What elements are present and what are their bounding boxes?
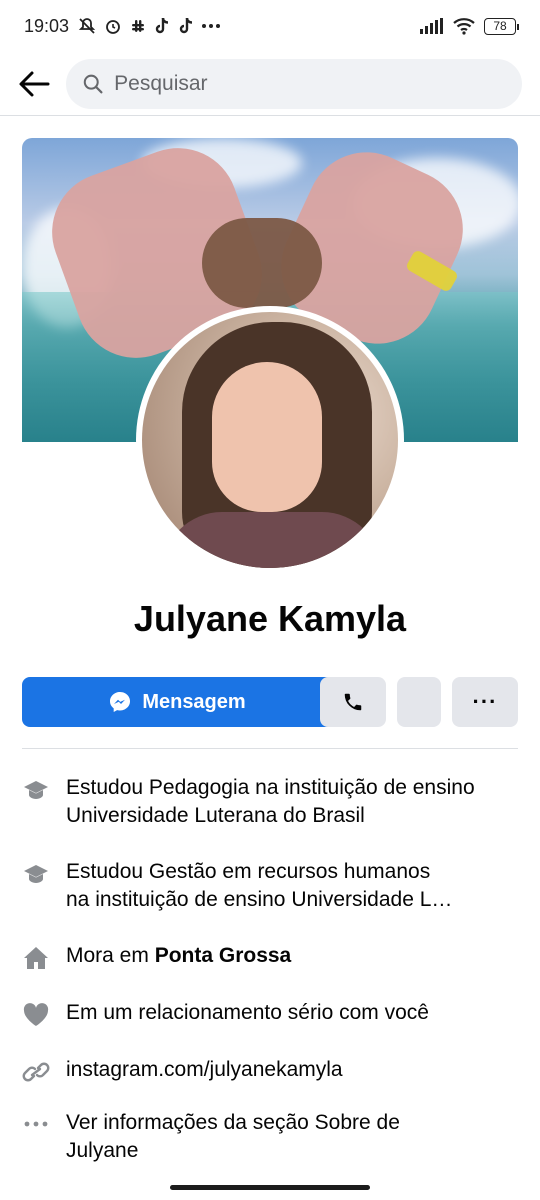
profile-actions: Mensagem ··· [22,677,518,727]
detail-education-text: Estudou Pedagogia na instituição de ensi… [66,776,475,827]
phone-icon [344,693,362,711]
lives-in-prefix: Mora em [66,944,155,967]
see-about-line: Ver informações da seção Sobre de [66,1111,400,1134]
more-options-button[interactable]: ··· [452,677,518,727]
more-dots-icon: ··· [472,689,498,714]
graduation-cap-icon [22,861,50,887]
tiktok-icon [179,17,193,34]
detail-lives-in: Mora em Ponta Grossa [22,942,518,971]
lives-in-city[interactable]: Ponta Grossa [155,944,292,967]
profile-avatar[interactable] [136,306,404,574]
more-dots-icon [22,1121,50,1127]
detail-education-line: na instituição de ensino Universidade L… [66,888,453,911]
arrow-left-icon [19,71,50,96]
search-input[interactable] [114,71,506,96]
detail-relationship-text: Em um relacionamento sério com você [66,1001,429,1024]
profile-details: Estudou Pedagogia na instituição de ensi… [22,774,518,1165]
more-dots-icon [202,24,221,28]
avatar-photo [142,312,398,568]
status-bar: 19:03 78 [0,0,540,52]
signal-icon [420,18,443,34]
battery-icon: 78 [484,17,519,35]
slack-icon [132,20,145,32]
profile-name: Julyane Kamyla [133,598,407,639]
home-icon [22,945,50,971]
tiktok-icon [155,17,169,34]
search-icon [83,74,103,93]
detail-education: Estudou Gestão em recursos humanos na in… [22,858,518,914]
alarm-icon [106,20,120,34]
detail-education-text: Estudou Gestão em recursos humanos na in… [66,858,452,914]
status-time: 19:03 [24,15,70,36]
status-left: 19:03 [24,16,221,37]
avatar-shirt [162,512,382,568]
search-header [0,52,540,116]
secondary-action-button[interactable] [397,677,441,727]
message-button[interactable]: Mensagem [22,677,332,727]
detail-website-link[interactable]: instagram.com/julyanekamyla [66,1056,343,1084]
message-button-label: Mensagem [142,690,246,713]
detail-education-line: Estudou Gestão em recursos humanos [66,860,431,883]
link-icon [22,1059,50,1085]
messenger-icon [110,692,131,712]
battery-level: 78 [493,19,507,33]
call-button[interactable] [320,677,386,727]
home-indicator[interactable] [170,1185,370,1190]
detail-see-about[interactable]: Ver informações da seção Sobre de Julyan… [22,1109,518,1165]
divider [22,748,518,749]
mute-icon [78,18,96,34]
avatar-face [212,362,322,512]
search-bar[interactable] [66,58,522,109]
see-about-line: Julyane [66,1139,139,1162]
detail-see-about-text[interactable]: Ver informações da seção Sobre de Julyan… [66,1109,400,1165]
detail-lives-in-text: Mora em Ponta Grossa [66,942,291,970]
back-button[interactable] [14,64,54,104]
detail-website[interactable]: instagram.com/julyanekamyla [22,1056,518,1085]
detail-relationship: Em um relacionamento sério com você [22,999,518,1028]
wifi-icon [453,18,475,35]
graduation-cap-icon [22,777,50,803]
notification-icons [77,16,221,36]
heart-icon [22,1002,50,1028]
cover-couple [202,218,322,308]
status-right: 78 [420,17,519,35]
detail-education: Estudou Pedagogia na instituição de ensi… [22,774,518,830]
